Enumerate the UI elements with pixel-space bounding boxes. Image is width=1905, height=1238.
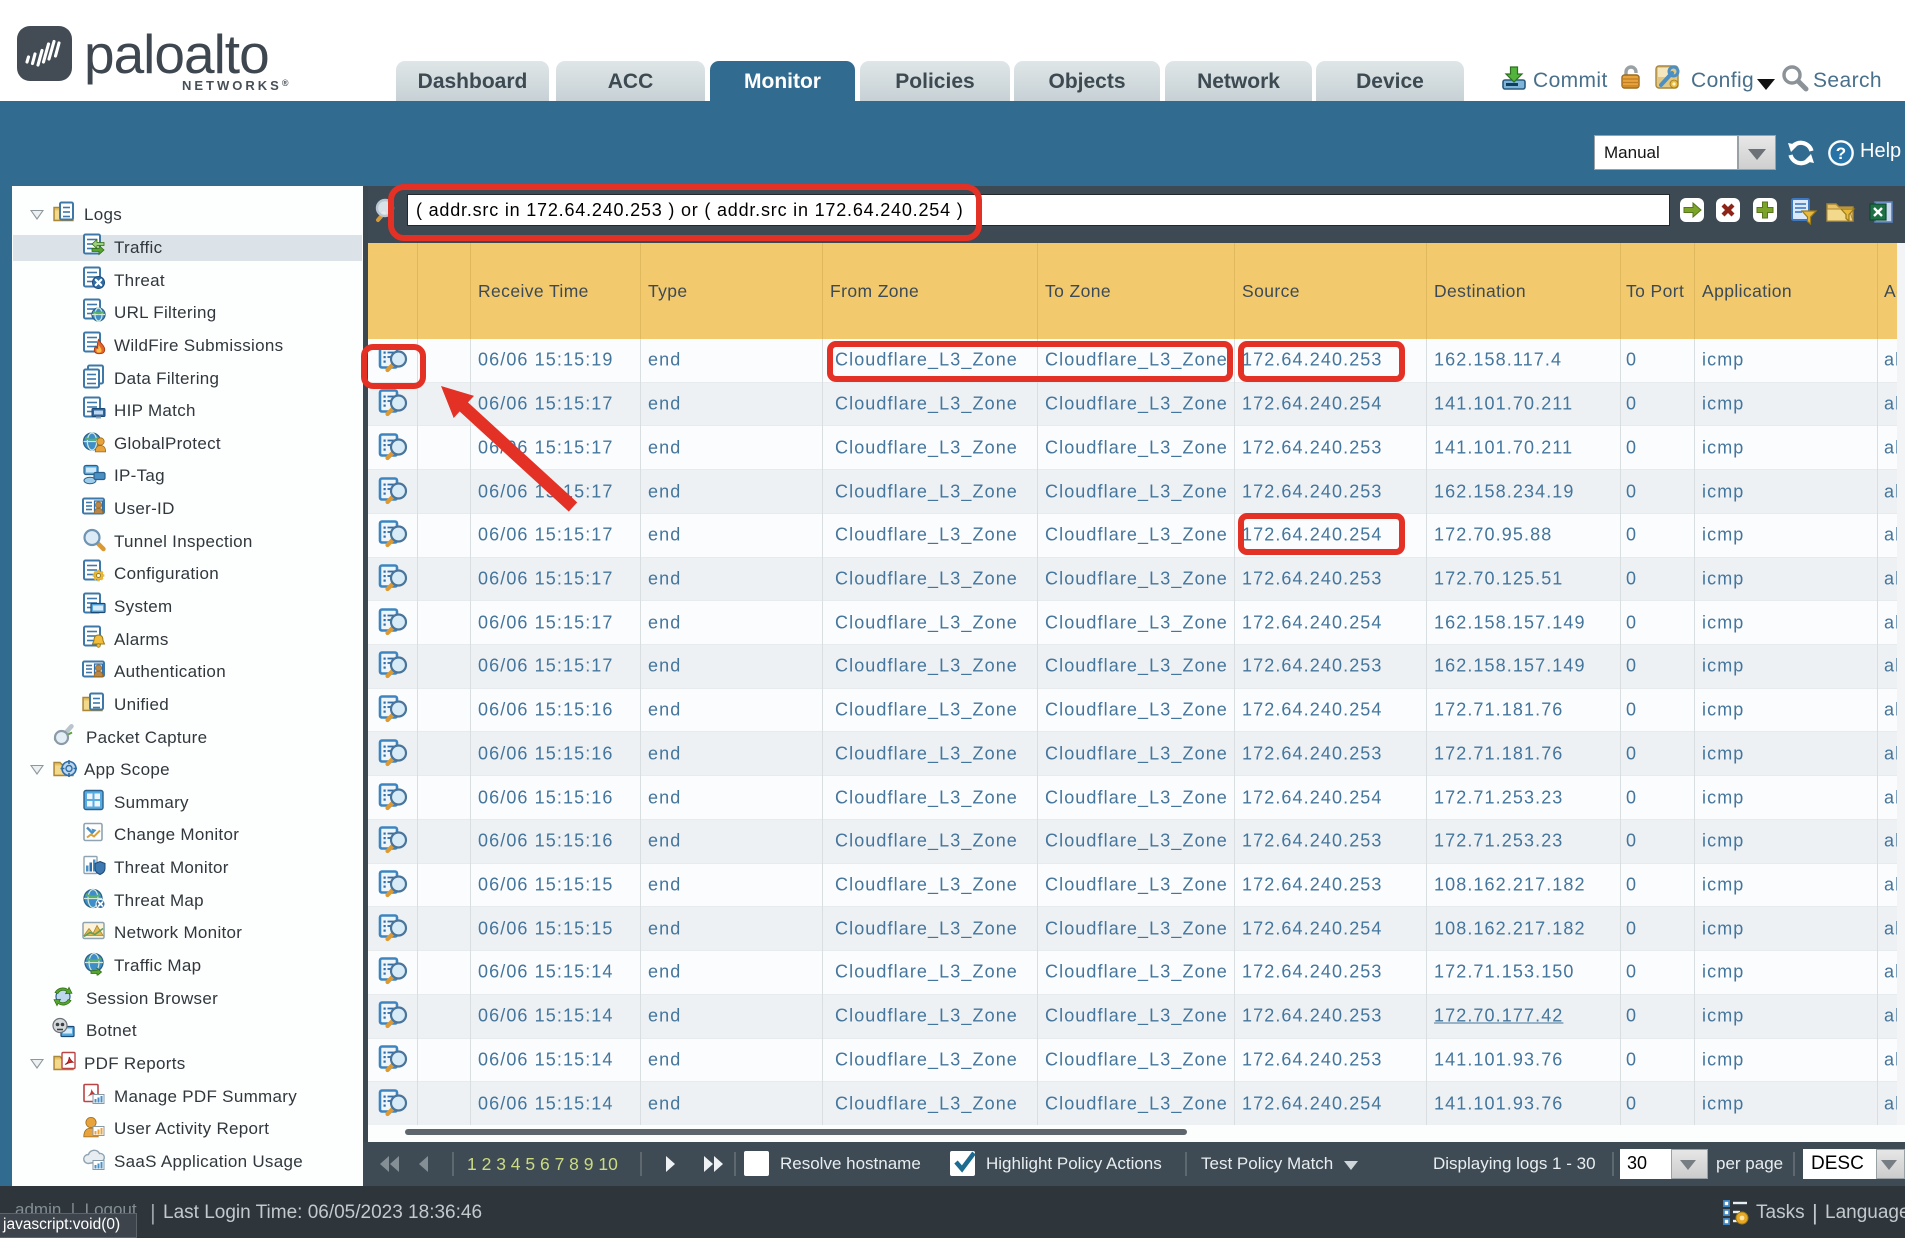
svg-text:?: ? — [1836, 144, 1846, 163]
